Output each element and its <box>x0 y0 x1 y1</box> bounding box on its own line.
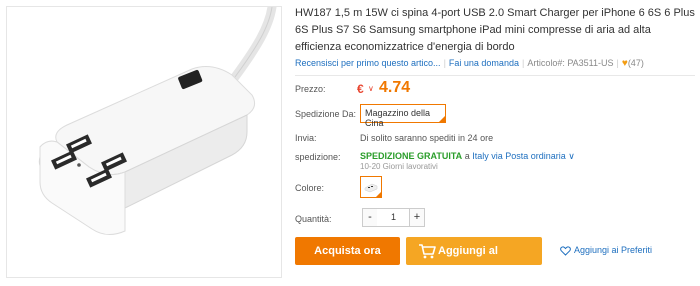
chevron-down-icon[interactable]: ∨ <box>568 151 575 161</box>
chevron-down-icon[interactable]: ∨ <box>368 84 374 93</box>
shipping-method-link[interactable]: Italy via Posta ordinaria <box>472 151 566 161</box>
add-to-cart-button[interactable]: Aggiungi al Carrello <box>406 237 542 285</box>
quantity-decrease-button[interactable]: - <box>362 208 378 227</box>
add-to-wishlist-link[interactable]: Aggiungi ai Preferiti <box>560 245 652 256</box>
send-value: Di solito saranno spediti in 24 ore <box>360 133 494 143</box>
add-to-cart-label: Aggiungi al Carrello <box>438 245 498 285</box>
meta-divider: | <box>616 58 619 68</box>
ask-question-link[interactable]: Fai una domanda <box>449 58 519 68</box>
shipping-method-dropdown[interactable]: Italy via Posta ordinaria ∨ <box>472 151 575 161</box>
review-link[interactable]: Recensisci per primo questo artico... <box>295 58 441 68</box>
charger-thumbnail-icon <box>364 183 378 193</box>
likes-count: (47) <box>627 58 644 68</box>
ship-from-label: Spedizione Da: <box>295 109 357 119</box>
color-label: Colore: <box>295 183 325 193</box>
shipping-to-text: a <box>464 151 470 161</box>
send-label: Invia: <box>295 133 317 143</box>
price-row: Prezzo: € ∨ 4.74 <box>295 78 595 98</box>
usb-charger-image <box>38 7 277 235</box>
price-value: 4.74 <box>379 79 411 96</box>
quantity-label: Quantità: <box>295 214 332 224</box>
price-label: Prezzo: <box>295 84 326 94</box>
section-divider <box>295 75 695 76</box>
product-title: HW187 1,5 m 15W ci spina 4-port USB 2.0 … <box>295 7 695 53</box>
currency-selector[interactable]: € <box>357 82 364 96</box>
wishlist-label[interactable]: Aggiungi ai Preferiti <box>574 245 652 255</box>
color-swatch-white[interactable] <box>360 176 382 198</box>
cart-icon <box>419 244 436 259</box>
heart-outline-icon <box>560 246 571 256</box>
quantity-increase-button[interactable]: + <box>409 208 425 227</box>
quantity-stepper: - 1 + <box>362 208 425 228</box>
meta-divider: | <box>521 58 525 68</box>
quantity-input[interactable]: 1 <box>377 208 410 227</box>
article-number: Articolo#: PA3511-US <box>527 58 614 68</box>
product-image[interactable] <box>6 6 282 278</box>
shipping-method-value: SPEDIZIONE GRATUITA a Italy via Posta or… <box>360 151 575 162</box>
shipping-method-label: spedizione: <box>295 152 341 162</box>
warehouse-selector[interactable]: Magazzino della Cina <box>360 104 446 128</box>
shipping-days: 10-20 Giorni lavorativi <box>360 162 438 171</box>
meta-divider: | <box>443 58 446 68</box>
product-meta-row: Recensisci per primo questo artico... | Fa… <box>295 58 695 69</box>
buy-now-button[interactable]: Acquista ora <box>295 237 400 265</box>
free-shipping-badge: SPEDIZIONE GRATUITA <box>360 151 463 161</box>
